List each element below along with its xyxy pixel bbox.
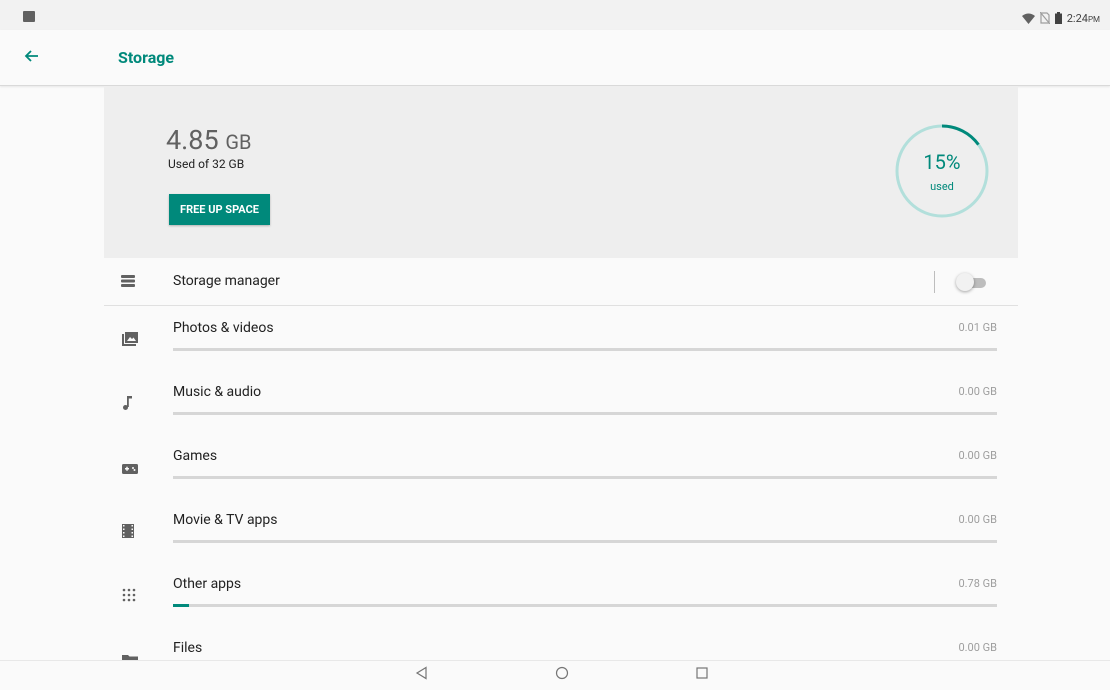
category-size: 0.01 GB xyxy=(958,321,997,334)
category-row-photos[interactable]: Photos & videos 0.01 GB xyxy=(104,306,1018,370)
category-row-music[interactable]: Music & audio 0.00 GB xyxy=(104,370,1018,434)
gamepad-icon xyxy=(122,464,138,474)
category-usage-bar xyxy=(173,476,997,479)
battery-icon xyxy=(1054,12,1062,24)
status-icons: 2:24PM xyxy=(1021,11,1100,25)
storage-manager-toggle[interactable] xyxy=(956,273,988,291)
free-up-space-button[interactable]: FREE UP SPACE xyxy=(169,194,270,225)
divider xyxy=(934,271,935,293)
storage-list: Storage manager Photos & videos 0.01 GB … xyxy=(104,258,1018,690)
used-of-total: Used of 32 GB xyxy=(168,157,245,171)
nav-back-icon[interactable] xyxy=(415,666,429,680)
page-title: Storage xyxy=(118,48,175,67)
wifi-icon xyxy=(1021,13,1035,24)
used-amount: 4.85 GB xyxy=(166,124,252,156)
storage-manager-row[interactable]: Storage manager xyxy=(104,258,1018,306)
storage-list-icon xyxy=(121,275,135,287)
category-label: Other apps xyxy=(173,576,242,592)
usage-percent: 15% xyxy=(923,150,961,174)
category-usage-fill xyxy=(173,604,190,607)
category-label: Movie & TV apps xyxy=(173,512,278,528)
nav-home-icon[interactable] xyxy=(555,666,569,680)
navigation-bar xyxy=(0,660,1110,689)
category-row-movies[interactable]: Movie & TV apps 0.00 GB xyxy=(104,498,1018,562)
category-size: 0.78 GB xyxy=(958,577,997,590)
image-notification-icon xyxy=(23,11,35,22)
category-usage-bar xyxy=(173,540,997,543)
clock: 2:24PM xyxy=(1066,11,1100,25)
category-size: 0.00 GB xyxy=(958,513,997,526)
category-size: 0.00 GB xyxy=(958,641,997,654)
category-size: 0.00 GB xyxy=(958,385,997,398)
storage-manager-label: Storage manager xyxy=(173,273,280,289)
category-row-games[interactable]: Games 0.00 GB xyxy=(104,434,1018,498)
status-bar: 2:24PM xyxy=(0,0,1110,30)
category-label: Games xyxy=(173,448,218,464)
no-sim-icon xyxy=(1039,12,1050,24)
storage-summary: 4.85 GB Used of 32 GB FREE UP SPACE 15% … xyxy=(104,86,1018,258)
category-size: 0.00 GB xyxy=(958,449,997,462)
photo-icon xyxy=(122,332,138,346)
category-label: Files xyxy=(173,640,203,656)
music-note-icon xyxy=(123,396,132,410)
category-usage-bar xyxy=(173,604,997,607)
apps-grid-icon xyxy=(122,588,136,602)
category-usage-bar xyxy=(173,348,997,351)
film-icon xyxy=(122,524,134,538)
app-bar: Storage xyxy=(0,30,1110,86)
category-label: Music & audio xyxy=(173,384,262,400)
category-row-other-apps[interactable]: Other apps 0.78 GB xyxy=(104,562,1018,626)
nav-recents-icon[interactable] xyxy=(695,666,709,680)
toggle-thumb xyxy=(956,273,974,291)
category-label: Photos & videos xyxy=(173,320,274,336)
category-usage-bar xyxy=(173,412,997,415)
usage-percent-label: used xyxy=(930,180,954,193)
back-arrow-icon[interactable] xyxy=(22,46,42,66)
